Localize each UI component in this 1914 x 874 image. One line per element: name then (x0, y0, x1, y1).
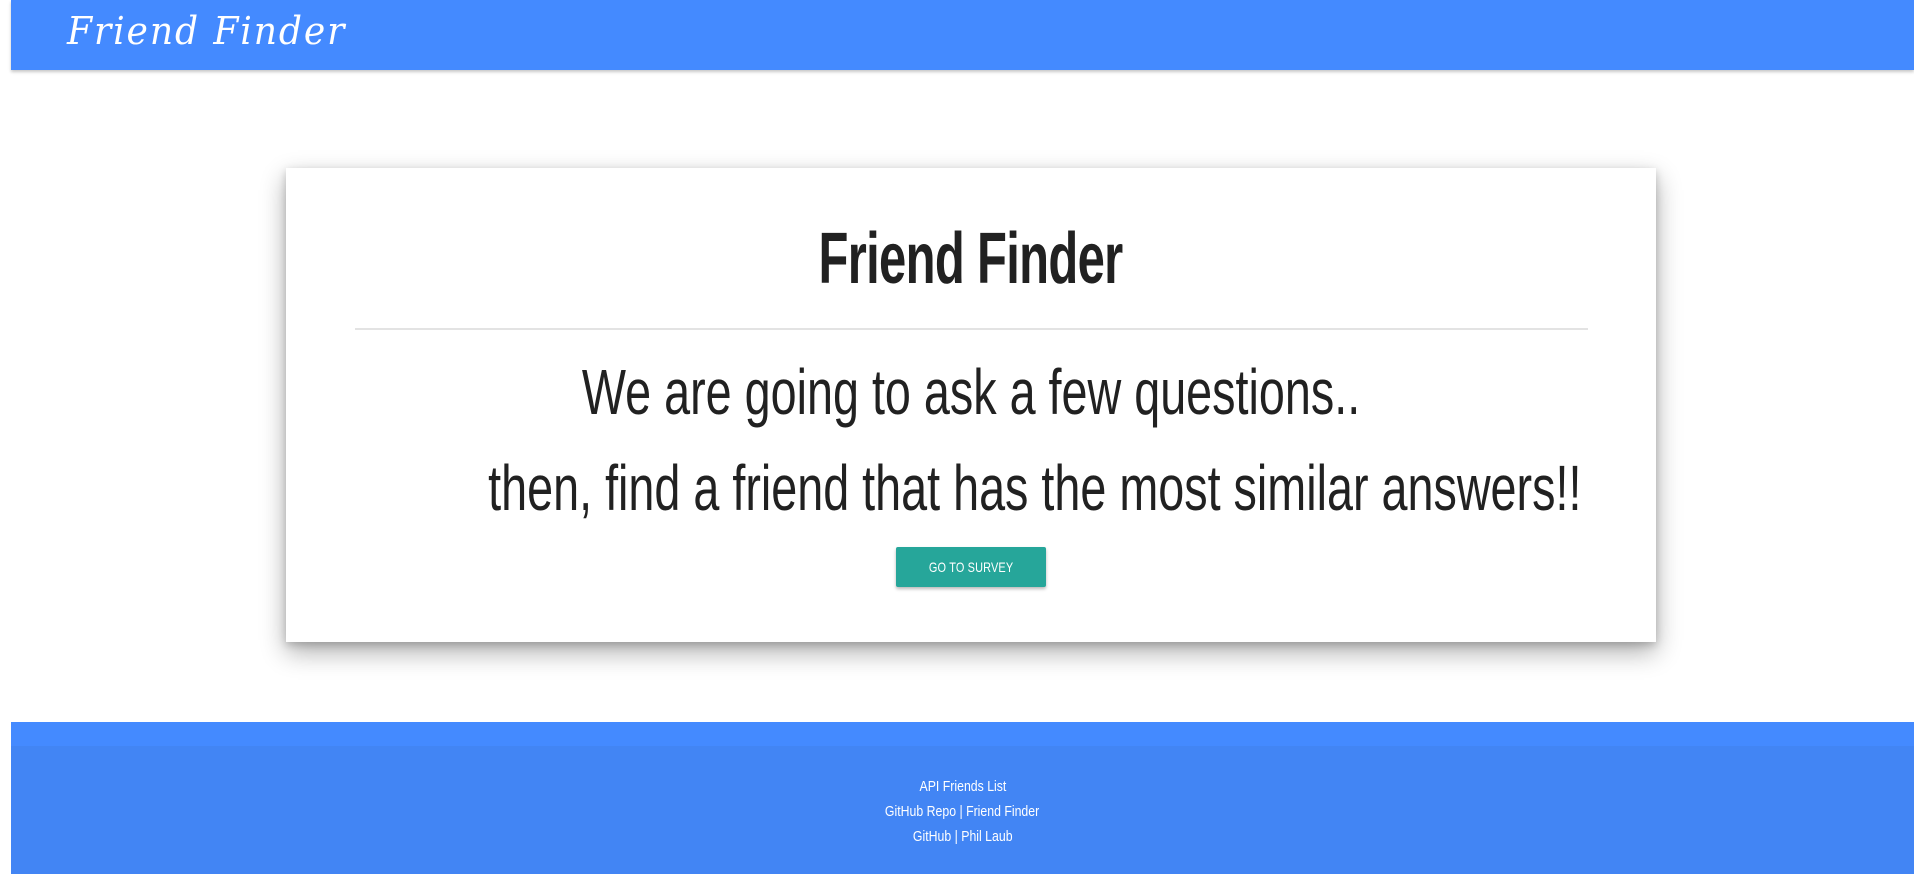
github-profile-link[interactable]: GitHub | Phil Laub (913, 828, 1013, 845)
github-repo-link[interactable]: GitHub Repo | Friend Finder (885, 803, 1039, 820)
footer-line-api: API Friends List (11, 774, 1914, 799)
footer-line-profile: GitHub | Phil Laub (11, 824, 1914, 849)
brand-logo-link[interactable]: Friend Finder (67, 6, 346, 56)
go-to-survey-button[interactable]: GO TO SURVEY (896, 547, 1046, 587)
title-divider (355, 328, 1588, 330)
go-to-survey-label: GO TO SURVEY (928, 559, 1014, 575)
page-footer: API Friends List GitHub Repo | Friend Fi… (11, 722, 1914, 874)
intro-card: Friend Finder We are going to ask a few … (286, 168, 1656, 642)
intro-line-1-text: We are going to ask a few questions.. (581, 356, 1361, 428)
page: Friend Finder Friend Finder We are going… (0, 0, 1914, 874)
footer-line-repo: GitHub Repo | Friend Finder (11, 799, 1914, 824)
intro-line-2-text: then, find a friend that has the most si… (488, 452, 1582, 524)
page-title: Friend Finder (286, 214, 1656, 304)
intro-line-1: We are going to ask a few questions.. (286, 352, 1656, 432)
intro-line-2: then, find a friend that has the most si… (286, 448, 1656, 528)
footer-links: API Friends List GitHub Repo | Friend Fi… (11, 774, 1914, 849)
top-navbar: Friend Finder (11, 0, 1914, 70)
page-title-text: Friend Finder (819, 219, 1124, 299)
footer-top-band (11, 722, 1914, 746)
api-friends-list-link[interactable]: API Friends List (919, 778, 1006, 795)
